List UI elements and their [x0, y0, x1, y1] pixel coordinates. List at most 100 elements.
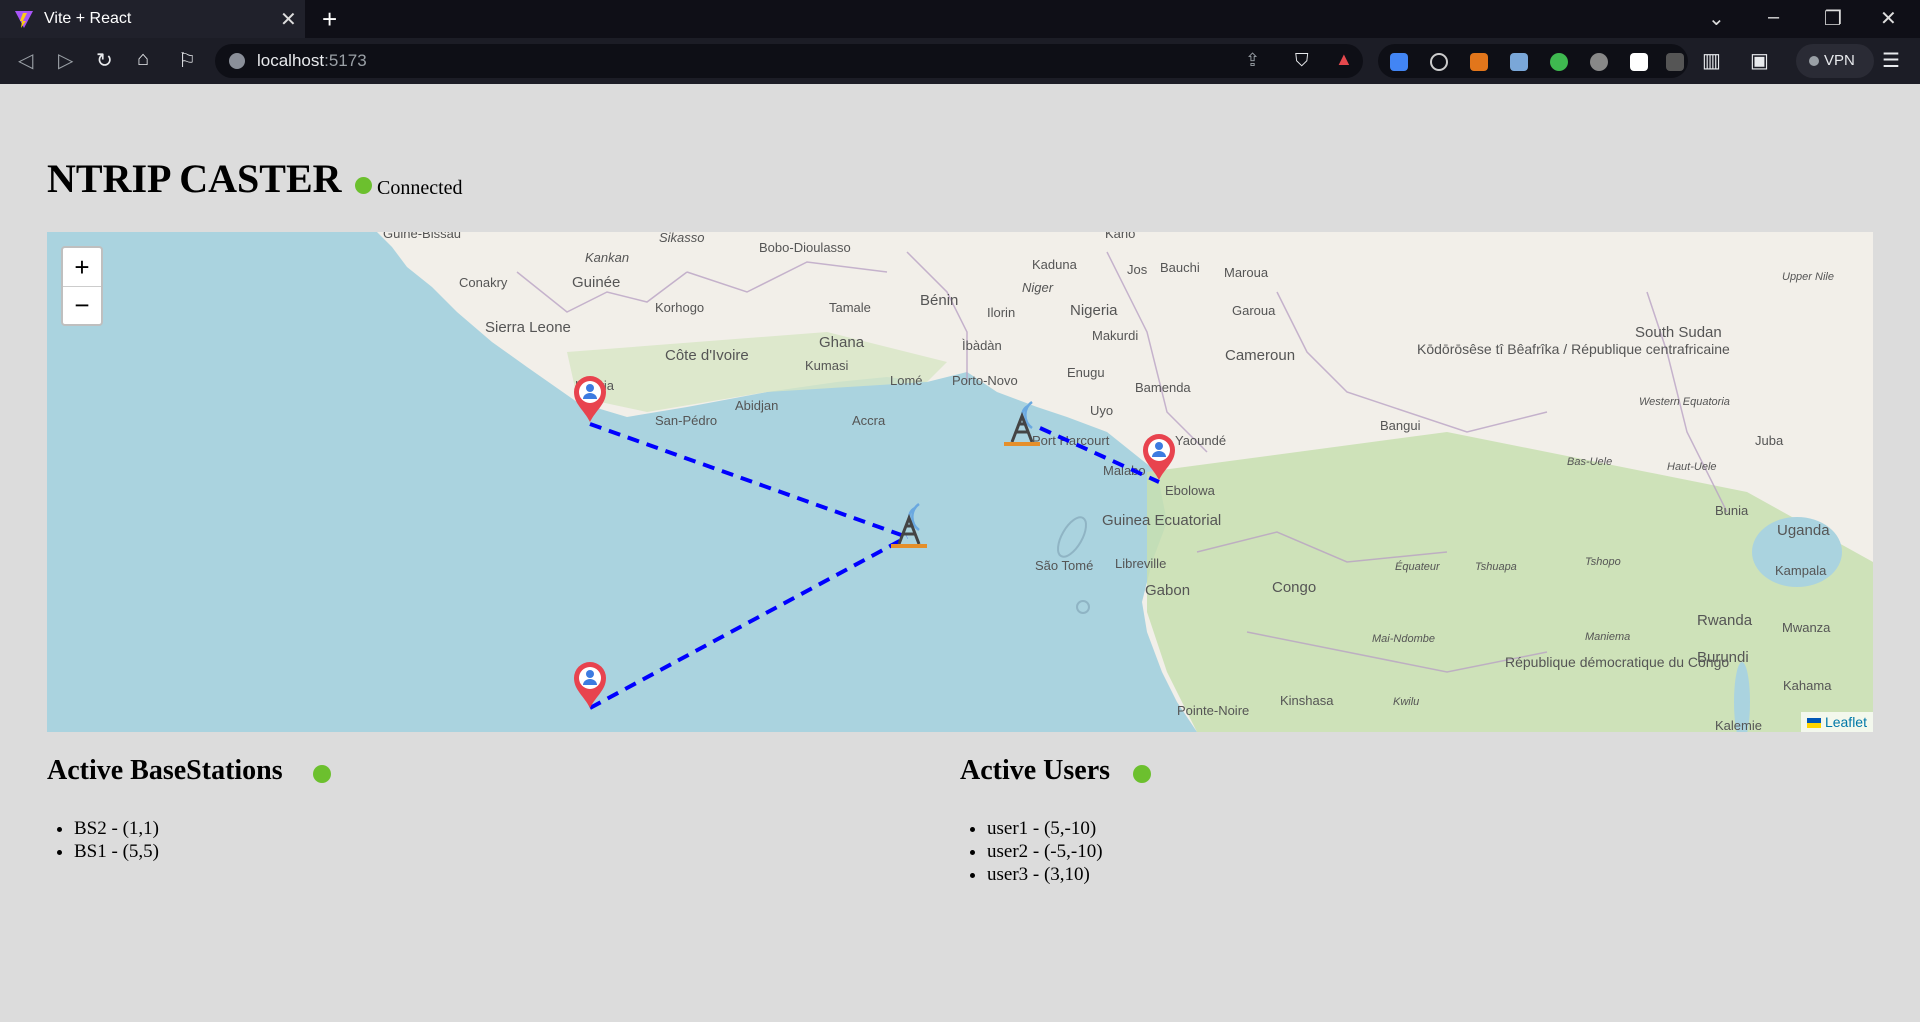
- list-item: BS2 - (1,1): [74, 817, 159, 840]
- map-label: Kōdōrōsêse tî Bêafrîka / République cent…: [1417, 341, 1730, 357]
- close-window-button[interactable]: ✕: [1880, 6, 1897, 31]
- zoom-control: + −: [61, 246, 103, 326]
- zoom-in-button[interactable]: +: [63, 248, 101, 287]
- map-label: Kano: [1105, 232, 1135, 241]
- users-status-icon: [1133, 765, 1151, 783]
- tab-list-chevron-icon[interactable]: ⌄: [1708, 6, 1725, 31]
- map-label: Uganda: [1777, 522, 1830, 539]
- menu-icon[interactable]: ☰: [1882, 48, 1900, 73]
- vite-logo-icon: [15, 11, 33, 28]
- brave-rewards-icon[interactable]: ▲: [1335, 49, 1353, 70]
- map-label: Guiné-Bissau: [383, 232, 461, 241]
- vpn-status-icon: [1809, 56, 1819, 66]
- map-tiles[interactable]: Guiné-Bissau Sikasso Bobo-Dioulasso Kano…: [47, 232, 1873, 732]
- user-marker-user1[interactable]: [574, 376, 606, 422]
- maximize-button[interactable]: ❐: [1824, 6, 1842, 31]
- vpn-button[interactable]: VPN: [1796, 44, 1874, 78]
- url-text[interactable]: localhost:5173: [257, 51, 367, 71]
- island-sao-tome: [1076, 600, 1090, 614]
- map-label: Bangui: [1380, 418, 1421, 433]
- share-icon[interactable]: ⇪: [1245, 50, 1260, 71]
- tab-title: Vite + React: [44, 10, 132, 27]
- heart-extension-icon[interactable]: [1550, 53, 1568, 71]
- connection-status-text: Connected: [377, 177, 463, 199]
- map-label: Jos: [1127, 262, 1148, 277]
- inbox-extension-icon[interactable]: [1510, 53, 1528, 71]
- list-item: BS1 - (5,5): [74, 840, 159, 863]
- zoom-out-button[interactable]: −: [63, 286, 101, 324]
- metamask-extension-icon[interactable]: [1470, 53, 1488, 71]
- map-label: Haut-Uele: [1667, 461, 1717, 473]
- map-label: Tamale: [829, 300, 871, 315]
- map-label: Ebolowa: [1165, 483, 1216, 498]
- map-label: Bobo-Dioulasso: [759, 240, 851, 255]
- reload-icon[interactable]: ↻: [96, 48, 113, 73]
- map-attribution: Leaflet: [1800, 712, 1873, 732]
- map-label: Libreville: [1115, 556, 1166, 571]
- list-item: user2 - (-5,-10): [987, 840, 1103, 863]
- sidebar-icon[interactable]: ▥: [1702, 48, 1721, 73]
- wallet-icon[interactable]: ▣: [1750, 48, 1769, 73]
- map-label: Accra: [852, 413, 886, 428]
- map-label: Ghana: [819, 334, 865, 351]
- target-extension-icon[interactable]: [1430, 53, 1448, 71]
- close-tab-icon[interactable]: ✕: [280, 7, 297, 32]
- map-label: Kalemie: [1715, 718, 1762, 732]
- user-icon: [1155, 442, 1163, 450]
- map-label: Côte d'Ivoire: [665, 347, 749, 364]
- map-label: Tshuapa: [1475, 561, 1517, 573]
- user-marker-user2[interactable]: [574, 662, 606, 708]
- map-label: Yaoundé: [1175, 433, 1226, 448]
- s-extension-icon[interactable]: [1630, 53, 1648, 71]
- address-bar[interactable]: localhost:5173 ⇪ ⛉ ▲: [215, 44, 1363, 78]
- map-label: Kumasi: [805, 358, 848, 373]
- map-label: Ilorin: [987, 305, 1015, 320]
- basestations-section: Active BaseStations BS2 - (1,1) BS1 - (5…: [47, 755, 331, 862]
- user-icon: [586, 670, 594, 678]
- extensions-puzzle-icon[interactable]: [1666, 53, 1684, 71]
- new-tab-button[interactable]: +: [322, 4, 337, 35]
- list-item: user1 - (5,-10): [987, 817, 1103, 840]
- list-item: user3 - (3,10): [987, 863, 1103, 886]
- map-label: Korhogo: [655, 300, 704, 315]
- minimize-button[interactable]: –: [1768, 6, 1779, 29]
- map-label: Rwanda: [1697, 612, 1753, 629]
- glasses-extension-icon[interactable]: [1590, 53, 1608, 71]
- map-label: Guinea Ecuatorial: [1102, 512, 1221, 529]
- tower-base: [1004, 442, 1040, 446]
- map-label: Abidjan: [735, 398, 778, 413]
- translate-extension-icon[interactable]: [1390, 53, 1408, 71]
- connection-line-user1: [589, 422, 908, 539]
- map-label: São Tomé: [1035, 558, 1093, 573]
- users-list: user1 - (5,-10) user2 - (-5,-10) user3 -…: [960, 817, 1103, 886]
- radio-tower-icon: [1010, 411, 1034, 443]
- map-label: Mai-Ndombe: [1372, 633, 1435, 645]
- forward-icon[interactable]: ▷: [58, 48, 73, 73]
- map-label: Kahama: [1783, 678, 1832, 693]
- map-label: Kwilu: [1393, 696, 1419, 708]
- leaflet-link[interactable]: Leaflet: [1825, 714, 1867, 730]
- site-info-icon[interactable]: [229, 53, 245, 69]
- map-label: Upper Nile: [1782, 271, 1834, 283]
- basestations-list: BS2 - (1,1) BS1 - (5,5): [47, 817, 159, 863]
- map-label: Conakry: [459, 275, 508, 290]
- map-label: Cameroun: [1225, 347, 1295, 364]
- map-label: Malabo: [1103, 463, 1146, 478]
- home-icon[interactable]: ⌂: [137, 48, 149, 71]
- map-label: Bénin: [920, 292, 958, 309]
- map-label: Kankan: [585, 250, 629, 265]
- map-label: Pointe-Noire: [1177, 703, 1249, 718]
- browser-toolbar: ◁ ▷ ↻ ⌂ ⚐ localhost:5173 ⇪ ⛉ ▲ ▥ ▣ VPN ☰: [0, 38, 1920, 84]
- map-label: Équateur: [1395, 560, 1441, 573]
- map-label: Porto-Novo: [952, 373, 1018, 388]
- map[interactable]: Guiné-Bissau Sikasso Bobo-Dioulasso Kano…: [47, 232, 1873, 732]
- browser-tab[interactable]: Vite + React ✕: [0, 0, 305, 38]
- brave-shields-icon[interactable]: ⛉: [1295, 50, 1309, 71]
- map-label: République démocratique du Congo: [1505, 654, 1729, 670]
- ukraine-flag-icon: [1806, 718, 1821, 728]
- extensions-strip: [1378, 44, 1688, 78]
- connection-line-user2: [589, 535, 908, 710]
- back-icon[interactable]: ◁: [18, 48, 33, 73]
- map-label: Nigeria: [1070, 302, 1118, 319]
- bookmark-icon[interactable]: ⚐: [178, 48, 196, 73]
